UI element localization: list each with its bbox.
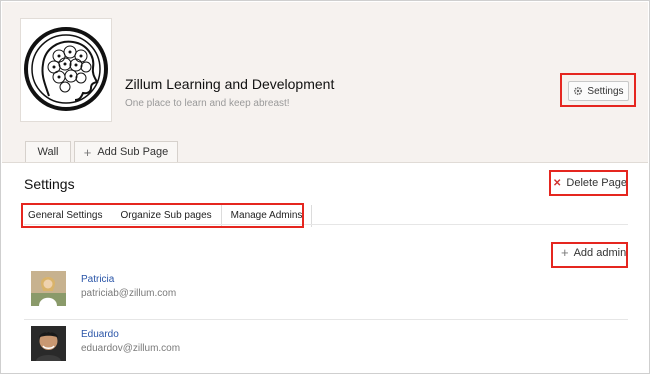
avatar-photo-icon — [31, 326, 66, 361]
subtab-general-settings-label: General Settings — [28, 210, 103, 221]
settings-button-label: Settings — [587, 85, 624, 97]
section-title: Settings — [24, 176, 75, 192]
subtabs-divider — [24, 224, 628, 225]
avatar-photo-icon — [31, 271, 66, 306]
row-divider — [24, 319, 628, 320]
close-icon: ✕ — [553, 177, 562, 189]
plus-icon: + — [83, 144, 92, 160]
head-gears-logo-icon — [24, 27, 108, 111]
tab-add-sub-page-label: Add Sub Page — [97, 146, 169, 158]
org-title: Zillum Learning and Development — [125, 76, 335, 92]
admin-name-link[interactable]: Eduardo — [81, 329, 119, 340]
subtab-organize-sub-pages-label: Organize Sub pages — [120, 210, 212, 221]
gear-icon — [574, 86, 583, 96]
tab-wall-label: Wall — [37, 146, 59, 158]
org-logo — [20, 18, 112, 122]
plus-icon: + — [561, 245, 569, 260]
add-admin-label: Add admin — [573, 246, 627, 259]
page-header: Zillum Learning and Development One plac… — [2, 2, 648, 163]
tab-wall[interactable]: Wall — [25, 141, 71, 162]
admin-name-link[interactable]: Patricia — [81, 274, 114, 285]
admin-email: patriciab@zillum.com — [81, 288, 177, 299]
admin-email: eduardov@zillum.com — [81, 343, 181, 354]
settings-button[interactable]: Settings — [568, 81, 629, 101]
subtab-manage-admins-label: Manage Admins — [230, 210, 303, 221]
org-tagline: One place to learn and keep abreast! — [125, 98, 290, 109]
tab-add-sub-page[interactable]: + Add Sub Page — [74, 141, 178, 162]
page-frame: Zillum Learning and Development One plac… — [0, 0, 650, 374]
avatar — [31, 326, 66, 361]
delete-page-label: Delete Page — [566, 177, 627, 189]
add-admin-button[interactable]: + Add admin — [561, 246, 626, 259]
avatar — [31, 271, 66, 306]
delete-page-button[interactable]: ✕ Delete Page — [553, 173, 627, 193]
